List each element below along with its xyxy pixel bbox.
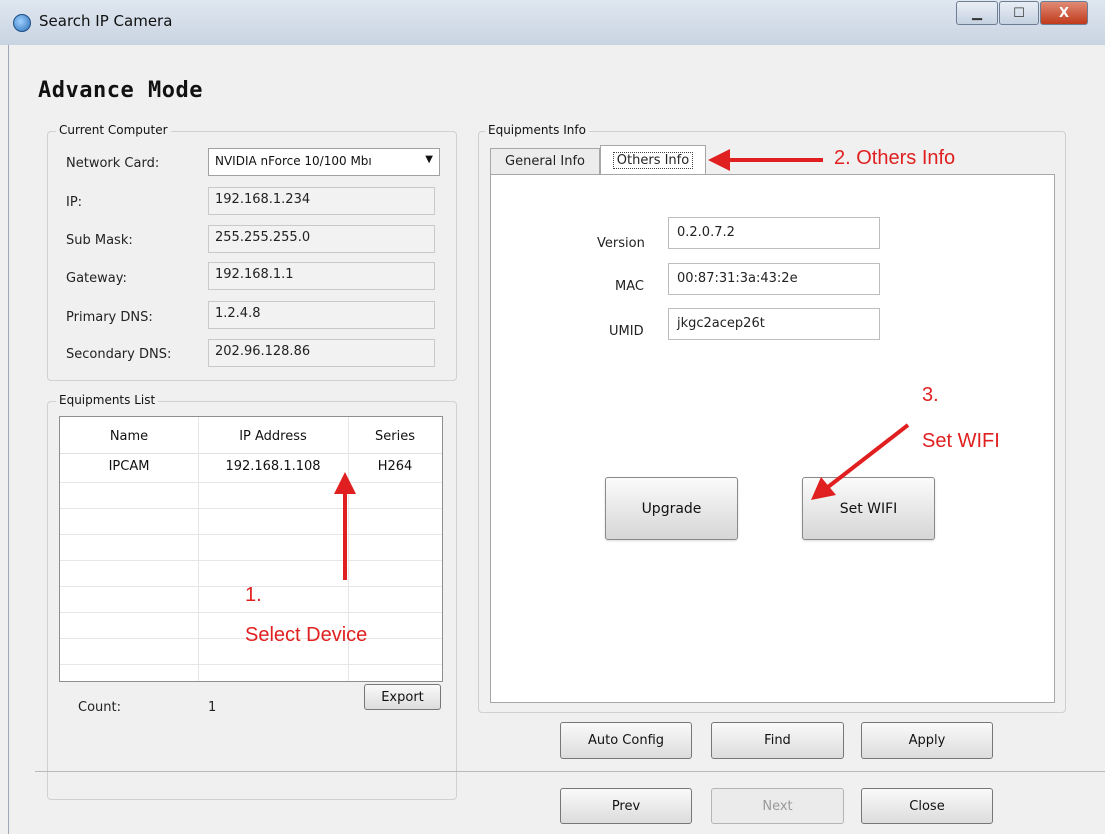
annotation-step-3-number: 3. — [922, 384, 939, 406]
annotation-step-1-number: 1. — [245, 584, 262, 606]
annotation-step-3-text: Set WIFI — [922, 430, 1000, 452]
arrow-3-shaft — [826, 423, 910, 489]
arrow-3-head — [811, 477, 836, 500]
arrow-1-head — [334, 472, 356, 494]
arrow-2-head — [708, 149, 730, 171]
annotation-step-1-text: Select Device — [245, 624, 368, 646]
annotation-step-2: 2. Others Info — [834, 147, 956, 169]
annotation-arrows — [334, 149, 910, 580]
